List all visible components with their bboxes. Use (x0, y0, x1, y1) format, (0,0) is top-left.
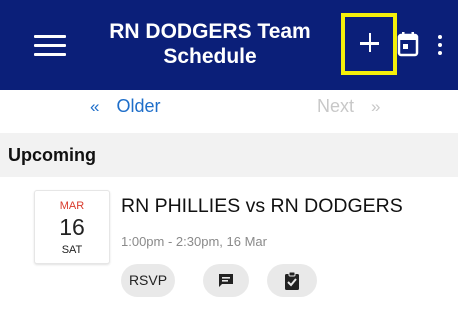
page-title: RN DODGERS Team Schedule (100, 19, 320, 69)
next-link[interactable]: Next » (317, 96, 381, 117)
date-weekday: SAT (61, 244, 83, 256)
checklist-button[interactable] (267, 264, 317, 297)
message-icon (219, 273, 233, 287)
older-chevron-icon: « (90, 97, 100, 116)
calendar-icon[interactable] (397, 31, 419, 57)
next-chevron-icon: » (371, 97, 381, 116)
next-label: Next (317, 96, 355, 116)
app-bar: RN DODGERS Team Schedule (0, 0, 458, 90)
older-link[interactable]: « Older (90, 96, 161, 117)
clipboard-check-icon (285, 271, 299, 290)
event-time: 1:00pm - 2:30pm, 16 Mar (121, 234, 267, 249)
rsvp-button[interactable]: RSVP (121, 264, 175, 297)
section-header-upcoming: Upcoming (0, 133, 458, 177)
rsvp-label: RSVP (128, 272, 168, 288)
section-title: Upcoming (8, 145, 96, 165)
date-month: MAR (59, 200, 85, 212)
menu-icon[interactable] (34, 33, 66, 57)
date-day: 16 (59, 214, 85, 240)
event-title: RN PHILLIES vs RN DODGERS (121, 195, 403, 217)
date-badge: MAR 16 SAT (34, 190, 110, 264)
title-line-2: Schedule (163, 45, 257, 68)
title-line-1: RN DODGERS Team (109, 20, 311, 43)
more-vert-icon[interactable] (436, 33, 444, 59)
add-event-button[interactable] (341, 13, 397, 75)
message-button[interactable] (203, 264, 249, 297)
pager: « Older Next » (0, 90, 458, 130)
older-label: Older (116, 96, 161, 116)
event-list-item[interactable]: MAR 16 SAT RN PHILLIES vs RN DODGERS 1:0… (0, 178, 458, 318)
